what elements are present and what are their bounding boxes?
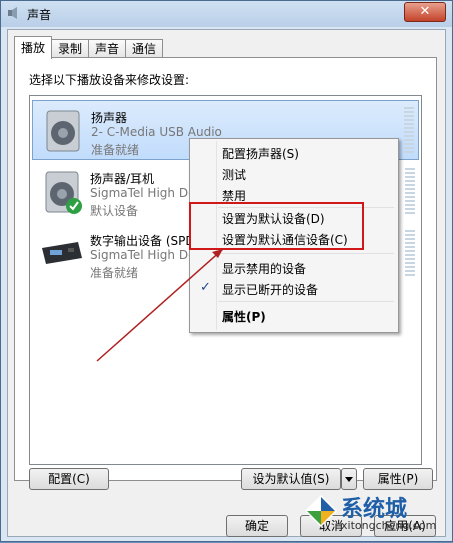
watermark-url: xitongcheng.com — [341, 519, 437, 532]
logo-icon — [305, 495, 337, 527]
annotation-arrow — [96, 248, 224, 362]
sound-dialog: 声音 ✕ 播放 录制 声音 通信 选择以下播放设备来修改设置: 扬声器 2- C… — [0, 0, 453, 542]
watermark-logo: 系统城 xitongcheng.com — [301, 489, 451, 539]
